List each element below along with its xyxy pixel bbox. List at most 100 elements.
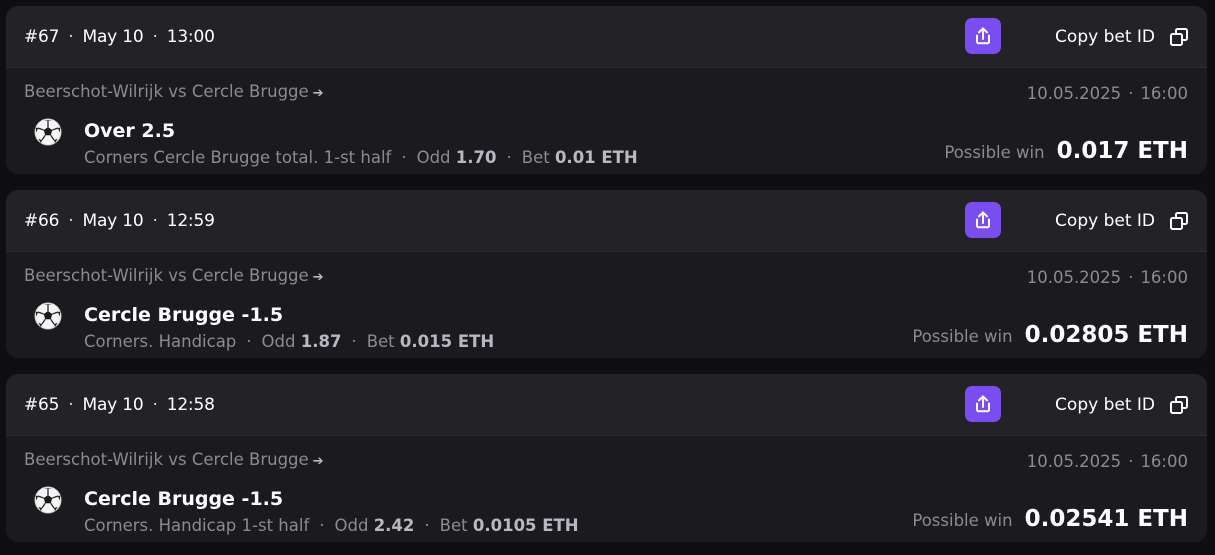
possible-win: Possible win 0.02541 ETH <box>912 506 1188 532</box>
bet-label: Bet <box>521 148 550 167</box>
match-name: Beerschot-Wilrijk vs Cercle Brugge <box>24 266 309 285</box>
separator-dot: · <box>1128 84 1134 103</box>
bet-card: #67 · May 10 · 13:00 Copy bet ID Beersch… <box>6 6 1207 174</box>
separator-dot: · <box>152 394 158 415</box>
bet-details: Corners Cercle Brugge total. 1-st half · O… <box>84 148 638 167</box>
separator-dot: · <box>506 148 512 167</box>
possible-win-value: 0.02805 ETH <box>1024 322 1188 348</box>
bet-amount: 0.01 ETH <box>554 148 638 167</box>
event-time: 16:00 <box>1140 268 1188 287</box>
bet-time: 12:59 <box>166 210 215 231</box>
separator-dot: · <box>68 210 74 231</box>
odd-value: 1.87 <box>300 332 342 351</box>
event-datetime: 10.05.2025 · 16:00 <box>1027 452 1188 471</box>
odd-value: 2.42 <box>373 516 415 535</box>
bet-pick: Cercle Brugge -1.5 <box>84 304 284 326</box>
event-date: 10.05.2025 <box>1026 268 1122 287</box>
copy-bet-id-button[interactable]: Copy bet ID <box>1055 190 1189 251</box>
match-link[interactable]: Beerschot-Wilrijk vs Cercle Brugge ➔ <box>24 266 324 285</box>
bet-date: May 10 <box>82 394 144 415</box>
bet-meta: #65 · May 10 · 12:58 <box>24 374 215 435</box>
odd-label: Odd <box>334 516 369 535</box>
bet-market: Corners. Handicap <box>84 332 237 351</box>
separator-dot: · <box>1128 268 1134 287</box>
soccer-ball-icon <box>34 118 62 146</box>
bet-date: May 10 <box>82 26 144 47</box>
share-icon <box>976 211 990 229</box>
copy-bet-id-label: Copy bet ID <box>1055 26 1155 47</box>
match-link[interactable]: Beerschot-Wilrijk vs Cercle Brugge ➔ <box>24 450 324 469</box>
possible-win-label: Possible win <box>912 327 1013 346</box>
share-button[interactable] <box>965 386 1001 422</box>
bet-amount: 0.015 ETH <box>399 332 495 351</box>
bet-details: Corners. Handicap · Odd 1.87 · Bet 0.015 ETH <box>84 332 494 351</box>
bet-card-body: Beerschot-Wilrijk vs Cercle Brugge ➔ 10.0… <box>6 252 1207 358</box>
bet-meta: #67 · May 10 · 13:00 <box>24 6 215 67</box>
bet-market: Corners. Handicap 1-st half <box>84 516 310 535</box>
bet-card: #65 · May 10 · 12:58 Copy bet ID Beersch… <box>6 374 1207 542</box>
odd-value: 1.70 <box>455 148 497 167</box>
event-date: 10.05.2025 <box>1026 452 1122 471</box>
match-link[interactable]: Beerschot-Wilrijk vs Cercle Brugge ➔ <box>24 82 324 101</box>
separator-dot: · <box>319 516 325 535</box>
bet-card-body: Beerschot-Wilrijk vs Cercle Brugge ➔ 10.0… <box>6 436 1207 542</box>
arrow-right-icon: ➔ <box>312 270 324 285</box>
bet-label: Bet <box>366 332 395 351</box>
copy-bet-id-button[interactable]: Copy bet ID <box>1055 6 1189 67</box>
bet-card-header: #66 · May 10 · 12:59 Copy bet ID <box>6 190 1207 252</box>
bet-time: 13:00 <box>166 26 215 47</box>
copy-icon <box>1169 211 1189 231</box>
share-icon <box>976 27 990 45</box>
event-datetime: 10.05.2025 · 16:00 <box>1027 84 1188 103</box>
separator-dot: · <box>152 210 158 231</box>
event-time: 16:00 <box>1140 452 1188 471</box>
bet-details: Corners. Handicap 1-st half · Odd 2.42 · Bet… <box>84 516 579 535</box>
possible-win-label: Possible win <box>912 511 1013 530</box>
share-button[interactable] <box>965 18 1001 54</box>
possible-win-value: 0.017 ETH <box>1056 138 1188 164</box>
event-time: 16:00 <box>1140 84 1188 103</box>
bet-id: #66 <box>24 210 60 231</box>
bet-card-body: Beerschot-Wilrijk vs Cercle Brugge ➔ 10.0… <box>6 68 1207 174</box>
possible-win-label: Possible win <box>944 143 1045 162</box>
separator-dot: · <box>351 332 357 351</box>
arrow-right-icon: ➔ <box>312 454 324 469</box>
bet-amount: 0.0105 ETH <box>472 516 579 535</box>
copy-bet-id-label: Copy bet ID <box>1055 210 1155 231</box>
separator-dot: · <box>424 516 430 535</box>
copy-icon <box>1169 395 1189 415</box>
possible-win: Possible win 0.02805 ETH <box>912 322 1188 348</box>
bet-id: #65 <box>24 394 60 415</box>
possible-win-value: 0.02541 ETH <box>1024 506 1188 532</box>
separator-dot: · <box>68 394 74 415</box>
soccer-ball-icon <box>34 302 62 330</box>
bet-date: May 10 <box>82 210 144 231</box>
share-button[interactable] <box>965 202 1001 238</box>
bet-pick: Cercle Brugge -1.5 <box>84 488 284 510</box>
match-name: Beerschot-Wilrijk vs Cercle Brugge <box>24 450 309 469</box>
event-date: 10.05.2025 <box>1026 84 1122 103</box>
separator-dot: · <box>68 26 74 47</box>
bet-card: #66 · May 10 · 12:59 Copy bet ID Beersch… <box>6 190 1207 358</box>
possible-win: Possible win 0.017 ETH <box>944 138 1188 164</box>
share-icon <box>976 395 990 413</box>
arrow-right-icon: ➔ <box>312 86 324 101</box>
bet-meta: #66 · May 10 · 12:59 <box>24 190 215 251</box>
match-name: Beerschot-Wilrijk vs Cercle Brugge <box>24 82 309 101</box>
bet-pick: Over 2.5 <box>84 120 176 142</box>
bet-label: Bet <box>439 516 468 535</box>
odd-label: Odd <box>261 332 296 351</box>
bet-card-header: #67 · May 10 · 13:00 Copy bet ID <box>6 6 1207 68</box>
soccer-ball-icon <box>34 486 62 514</box>
bet-id: #67 <box>24 26 60 47</box>
bet-card-header: #65 · May 10 · 12:58 Copy bet ID <box>6 374 1207 436</box>
copy-icon <box>1169 27 1189 47</box>
copy-bet-id-button[interactable]: Copy bet ID <box>1055 374 1189 435</box>
odd-label: Odd <box>416 148 451 167</box>
copy-bet-id-label: Copy bet ID <box>1055 394 1155 415</box>
bet-history-list: #67 · May 10 · 13:00 Copy bet ID Beersch… <box>0 0 1215 555</box>
separator-dot: · <box>1128 452 1134 471</box>
separator-dot: · <box>401 148 407 167</box>
bet-market: Corners Cercle Brugge total. 1-st half <box>84 148 392 167</box>
event-datetime: 10.05.2025 · 16:00 <box>1027 268 1188 287</box>
